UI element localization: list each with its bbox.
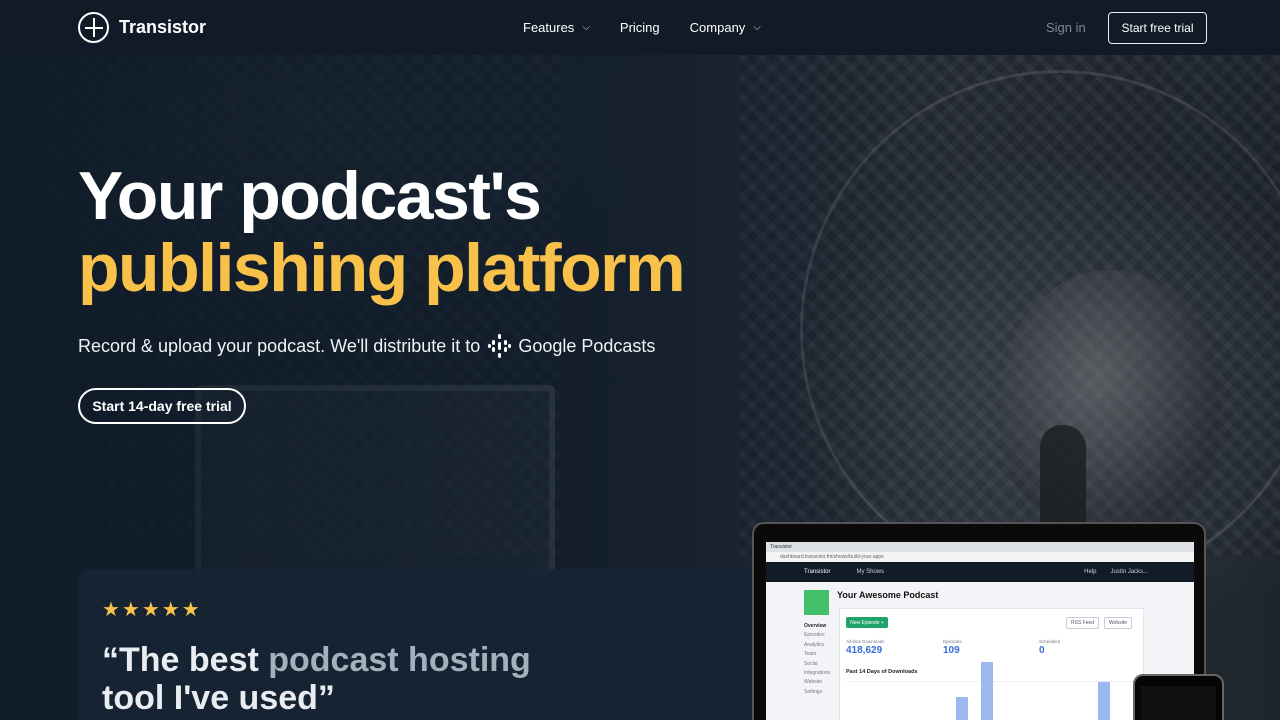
google-podcasts-icon [488,334,512,358]
nav-company-label: Company [689,20,746,35]
nav-links: Features ⌵ Pricing Company ⌵ [523,20,761,35]
app-side-menu: Overview Episodes Analytics Team Social … [804,622,830,697]
website-button: Website [1104,617,1132,629]
browser-tab: Transistor [766,542,1194,552]
stat-scheduled: Scheduled 0 [1039,639,1060,656]
rating-stars: ★★★★★ [102,599,202,621]
logo[interactable]: Transistor [78,12,206,43]
menu-item: Team [804,651,817,658]
stat-label: Scheduled [1039,639,1061,644]
podcast-title: Your Awesome Podcast [837,590,939,600]
stat-label: All-time Downloads [846,639,885,644]
phone-screen [1141,686,1216,720]
quote-part3: tool I've used” [102,679,335,717]
nav-pricing-label: Pricing [619,20,660,35]
phone-mockup [1133,674,1224,720]
platform-name: Google Podcasts [518,335,656,356]
downloads-chart [846,662,1136,720]
app-header: Transistor My Shows Help Justin Jacks... [766,562,1194,582]
browser-url: dashboard.transistor.fm/shows/build-your… [766,552,1194,562]
hero-title-line2: publishing platform [78,230,686,306]
menu-item: Website [804,679,822,686]
menu-item: Analytics [804,641,825,648]
nav-features-label: Features [523,20,575,35]
testimonial-card: ★★★★★ “The best podcast hosting tool I'v… [78,569,778,720]
menu-item: Social [804,660,818,667]
hero-subtitle-text: Record & upload your podcast. We'll dist… [78,335,481,356]
nav-features[interactable]: Features ⌵ [523,20,590,35]
nav-company[interactable]: Company ⌵ [690,20,761,35]
stat-value: 418,629 [846,645,883,656]
testimonial-quote: “The best podcast hosting tool I've used… [102,641,572,717]
stat-value: 109 [943,645,960,656]
stat-episodes: Episodes 109 [943,639,962,656]
sign-in-link[interactable]: Sign in [1046,20,1086,35]
menu-item: Integrations [804,670,831,677]
start-free-trial-button[interactable]: Start free trial [1108,12,1207,44]
my-shows-link: My Shows [856,569,885,575]
dashboard-screenshot: Transistor dashboard.transistor.fm/shows… [766,542,1194,720]
chevron-down-icon: ⌵ [582,22,590,33]
app-body: Your Awesome Podcast Overview Episodes A… [766,582,1194,720]
chevron-down-icon: ⌵ [753,22,761,33]
user-menu: Justin Jacks... [1110,569,1149,575]
rss-feed-button: RSS Feed [1066,617,1100,629]
start-14-day-trial-button[interactable]: Start 14-day free trial [78,388,246,424]
hero-subtitle: Record & upload your podcast. We'll dist… [78,334,655,358]
quote-part2: podcast hosting [268,641,531,679]
stat-downloads: All-time Downloads 418,629 [846,639,885,656]
menu-item: Episodes [804,632,825,639]
stat-label: Episodes [943,639,962,644]
quote-part1: “The best [102,641,269,679]
top-nav: Transistor Features ⌵ Pricing Company ⌵ … [0,0,1280,55]
overview-panel: New Episode + RSS Feed Website All-time … [839,608,1144,720]
nav-pricing[interactable]: Pricing [620,20,660,35]
logo-text: Transistor [119,17,207,37]
chart-bar [981,662,993,720]
hero-title-line1: Your podcast's [78,158,542,234]
new-episode-button: New Episode + [846,617,888,628]
menu-item: Settings [804,688,823,695]
podcast-artwork [804,590,829,615]
help-link: Help [1084,569,1097,575]
stat-value: 0 [1039,645,1045,656]
menu-item: Overview [804,623,827,629]
hero-title: Your podcast's publishing platform [78,158,686,306]
chart-title: Past 14 Days of Downloads [846,669,918,675]
transistor-logo-icon [78,12,109,43]
chart-bar [1098,682,1110,720]
chart-bar [956,697,968,720]
app-logo: Transistor [804,569,831,575]
